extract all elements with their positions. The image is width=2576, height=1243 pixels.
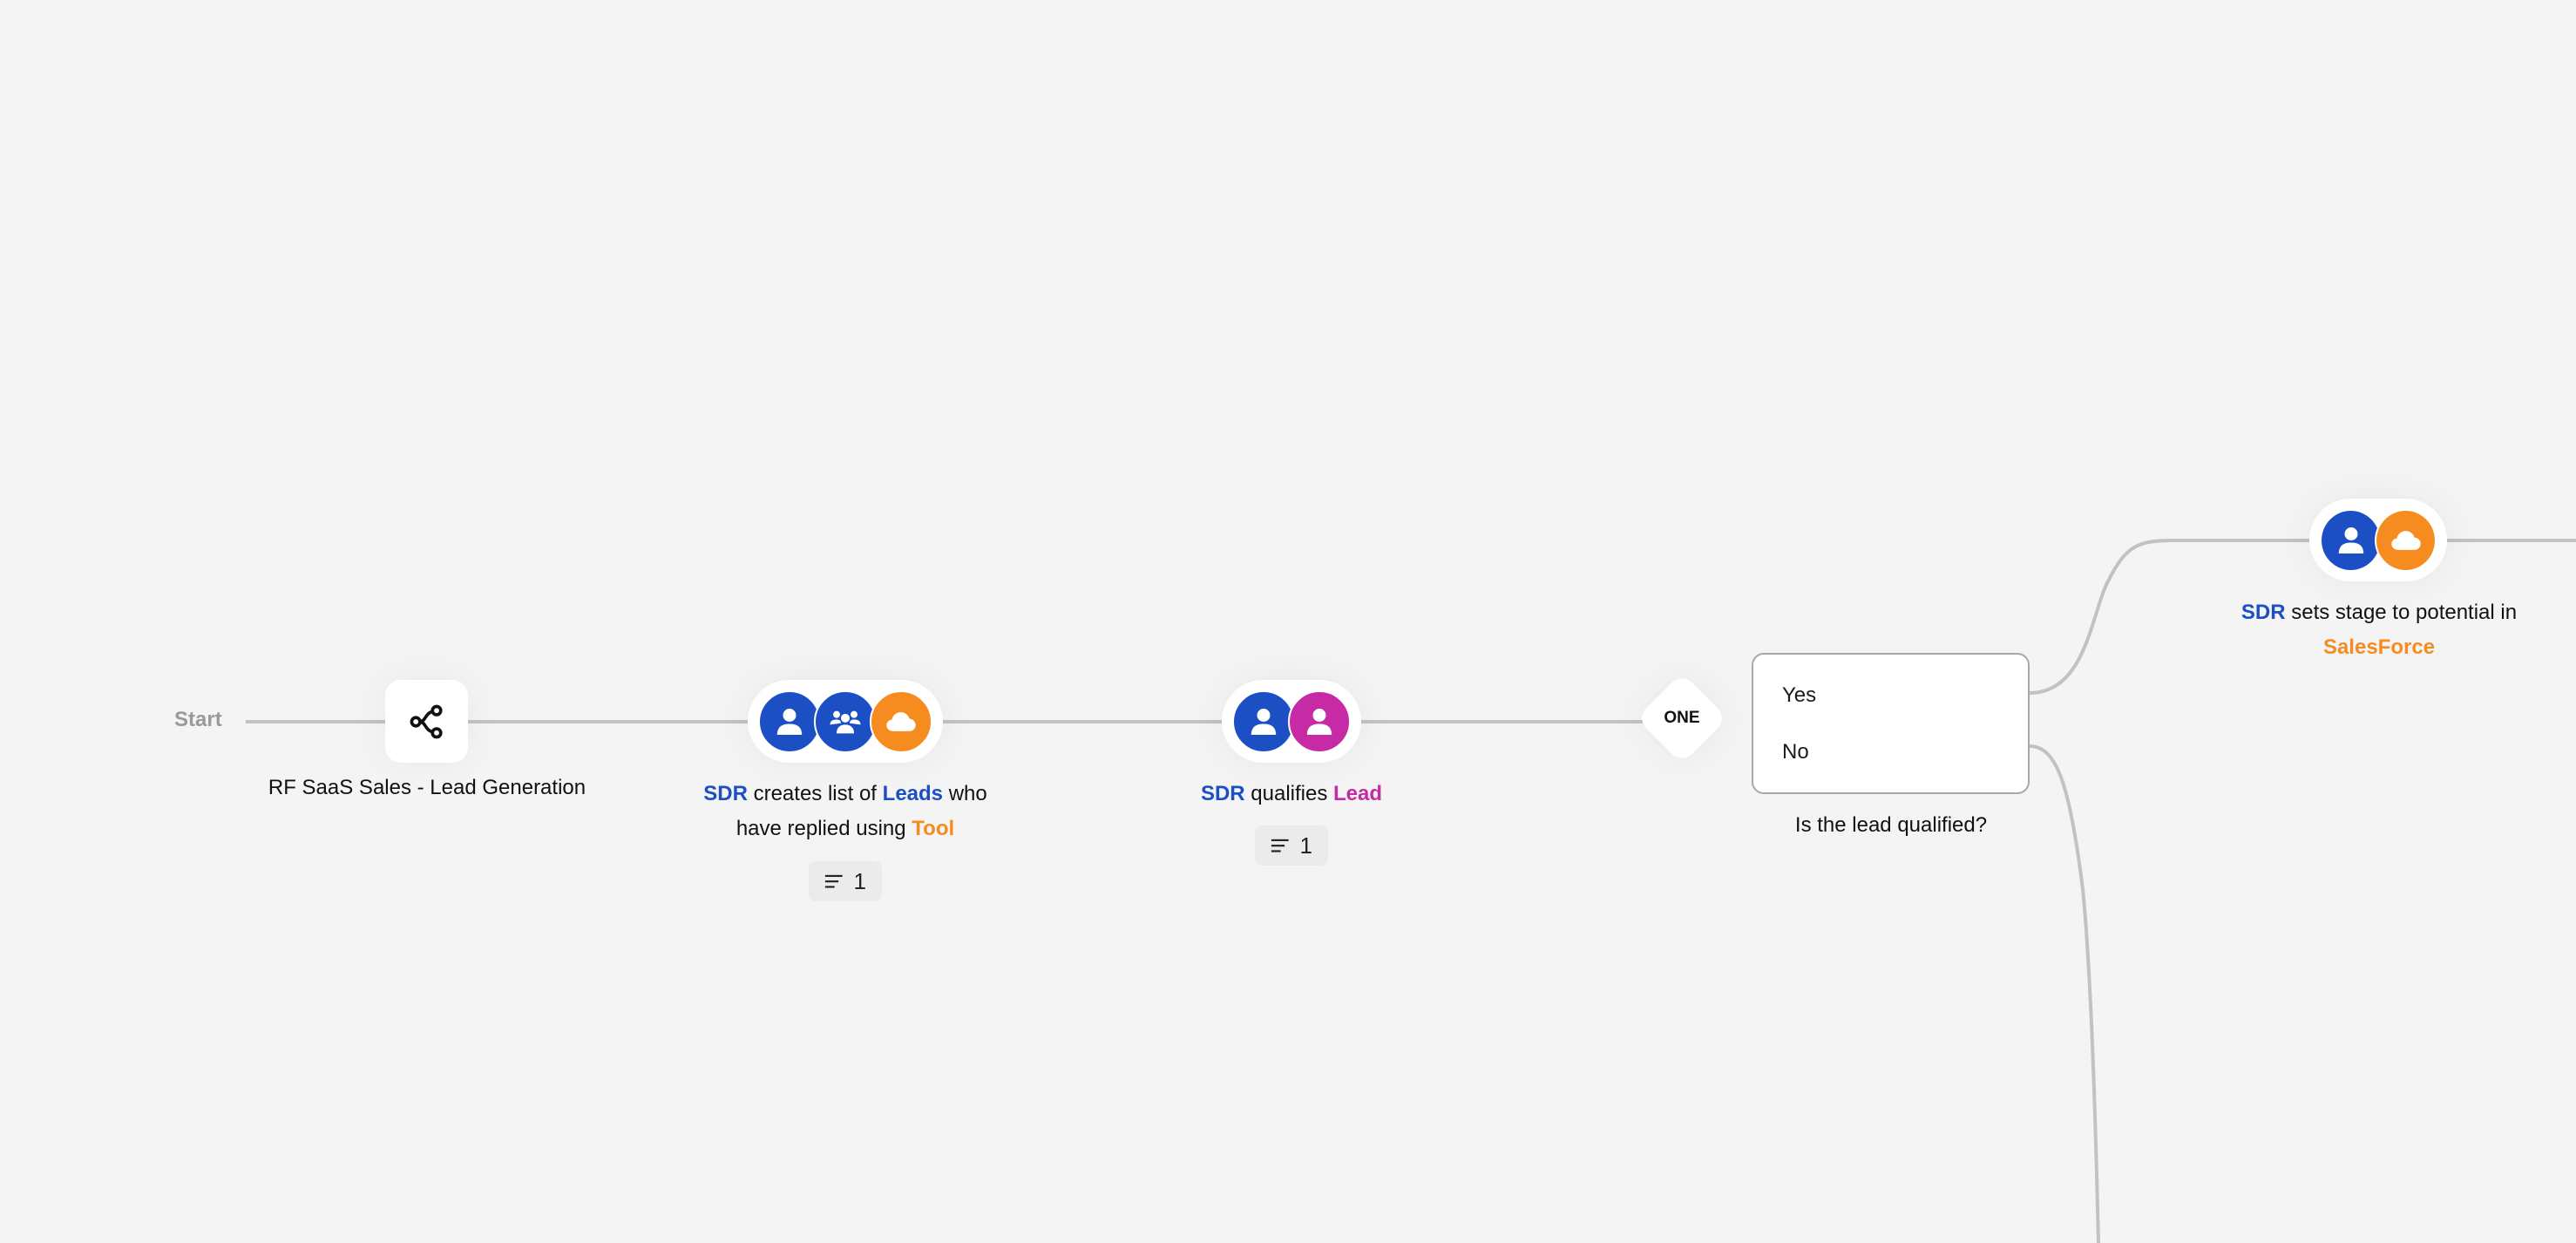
- set-stage-label-line1: SDR sets stage to potential in: [2205, 595, 2553, 630]
- sdr-avatar: [758, 689, 821, 753]
- tool-link[interactable]: Tool: [912, 817, 954, 840]
- create-list-label-line2: have replied using Tool: [671, 812, 1020, 846]
- tool-salesforce[interactable]: SalesForce: [2323, 635, 2435, 659]
- set-stage-label-line2: SalesForce: [2205, 630, 2553, 665]
- process-node[interactable]: [385, 680, 468, 763]
- qualify-node[interactable]: [1222, 680, 1361, 763]
- notes-badge[interactable]: 1: [809, 861, 882, 901]
- option-no[interactable]: No: [1782, 740, 1809, 764]
- process-node-label: RF SaaS Sales - Lead Generation: [268, 776, 586, 799]
- cloud-icon: [886, 711, 916, 731]
- notes-badge[interactable]: 1: [1255, 825, 1328, 866]
- leads-avatar: [814, 689, 877, 753]
- gateway-type: ONE: [1664, 709, 1700, 727]
- option-yes[interactable]: Yes: [1782, 683, 1816, 708]
- sdr-avatar: [1232, 689, 1295, 753]
- notes-icon: [824, 874, 843, 888]
- create-list-label-line1: SDR creates list of Leads who: [671, 777, 1020, 812]
- role-sdr[interactable]: SDR: [2241, 601, 2286, 624]
- label-text: qualifies: [1244, 782, 1334, 805]
- group-icon: [830, 710, 861, 733]
- share-icon: [410, 704, 443, 738]
- tool-avatar: [870, 689, 932, 753]
- edges-layer: [246, 539, 2576, 1243]
- notes-count: 1: [1299, 832, 1312, 859]
- notes-icon: [1271, 839, 1289, 852]
- decision-question: Is the lead qualified?: [1794, 813, 1988, 837]
- sdr-avatar: [2320, 508, 2382, 572]
- label-text: creates list of: [747, 782, 883, 805]
- lead-avatar: [1288, 689, 1351, 753]
- role-leads[interactable]: Leads: [883, 782, 943, 805]
- person-icon: [1306, 708, 1332, 735]
- role-sdr[interactable]: SDR: [703, 782, 748, 805]
- notes-count: 1: [853, 867, 866, 894]
- person-icon: [776, 708, 803, 735]
- set-stage-label: SDR sets stage to potential in SalesForc…: [2205, 595, 2553, 665]
- label-text: who: [943, 782, 987, 805]
- role-sdr[interactable]: SDR: [1201, 782, 1245, 805]
- process-canvas[interactable]: Start RF SaaS Sales - Lead Generation SD…: [0, 0, 2576, 1243]
- qualify-label: SDR qualifies Lead: [1161, 777, 1422, 812]
- person-icon: [1251, 708, 1277, 735]
- create-list-node[interactable]: [748, 680, 943, 763]
- salesforce-avatar: [2375, 508, 2437, 572]
- person-icon: [2338, 526, 2363, 554]
- gateway-node[interactable]: ONE: [1636, 672, 1728, 764]
- start-label: Start: [174, 708, 222, 731]
- create-list-label: SDR creates list of Leads who have repli…: [671, 777, 1020, 846]
- label-text: have replied using: [736, 817, 912, 840]
- set-stage-node[interactable]: [2309, 499, 2447, 581]
- decision-box[interactable]: Yes No: [1752, 653, 2030, 794]
- label-text: sets stage to potential in: [2285, 601, 2518, 624]
- cloud-icon: [2390, 530, 2421, 550]
- role-lead[interactable]: Lead: [1333, 782, 1382, 805]
- edge-no-branch: [2029, 744, 2100, 1243]
